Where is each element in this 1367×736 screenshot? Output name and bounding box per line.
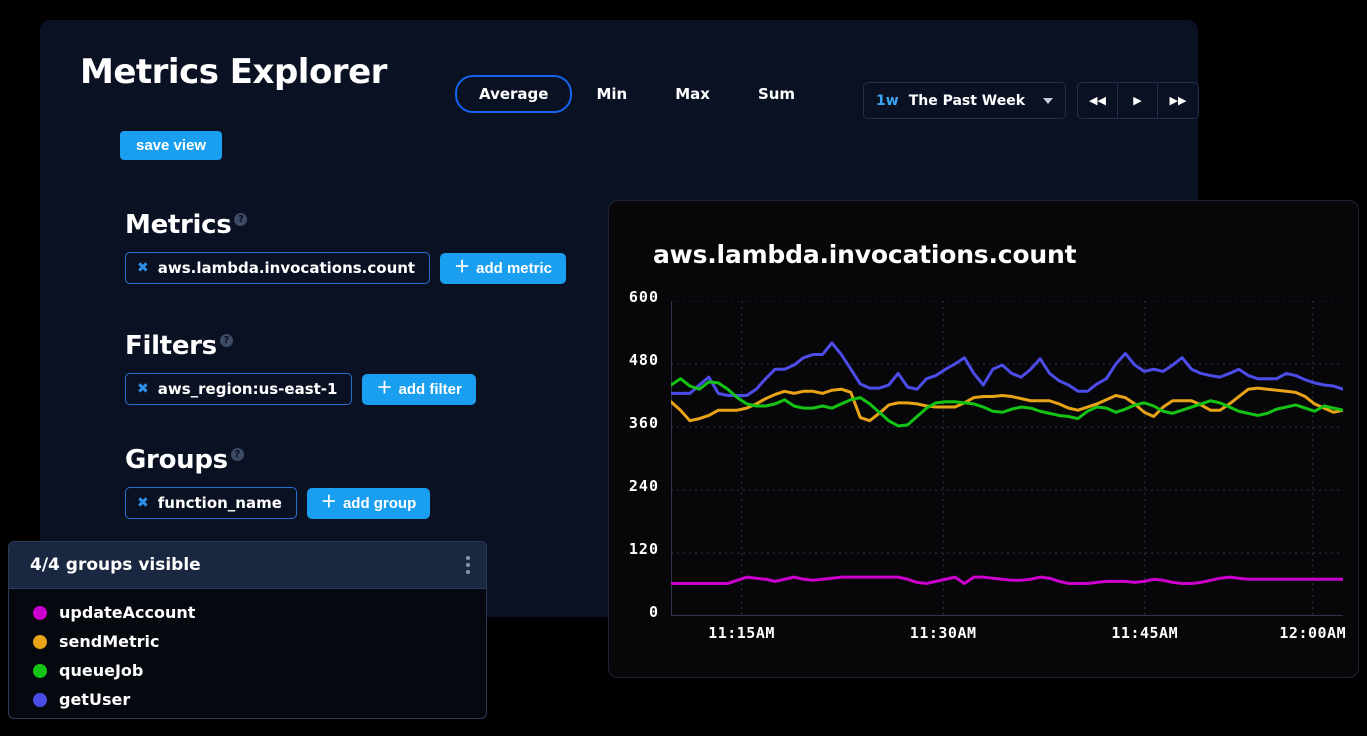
question-mark-icon[interactable]: ?	[234, 213, 247, 226]
legend-header-title: 4/4 groups visible	[30, 555, 201, 575]
legend-list: updateAccount sendMetric queueJob getUser	[9, 589, 486, 714]
time-range-code: 1w	[876, 93, 899, 109]
screen-root: Metrics Explorer Average Min Max Sum 1w …	[0, 0, 1367, 736]
groups-section: Groups ? ✖ function_name ＋ add group	[125, 445, 430, 519]
add-filter-label: add filter	[398, 381, 461, 398]
time-nav-buttons: ◀◀ ▶ ▶▶	[1077, 82, 1199, 119]
legend-item-sendmetric[interactable]: sendMetric	[33, 627, 486, 656]
legend-card: 4/4 groups visible updateAccount sendMetr…	[8, 541, 487, 719]
time-range-selector[interactable]: 1w The Past Week	[863, 82, 1066, 119]
metric-chip-label: aws.lambda.invocations.count	[158, 259, 415, 277]
filters-chip-row: ✖ aws_region:us-east-1 ＋ add filter	[125, 373, 476, 405]
page-title-row: Metrics Explorer	[80, 52, 387, 92]
skip-back-icon[interactable]: ◀◀	[1078, 83, 1118, 118]
close-icon[interactable]: ✖	[137, 261, 149, 275]
legend-color-dot	[33, 635, 47, 649]
y-tick-label: 0	[649, 603, 659, 621]
metric-chip[interactable]: ✖ aws.lambda.invocations.count	[125, 252, 430, 284]
chart-panel: aws.lambda.invocations.count 0 120 240 360 4…	[608, 200, 1359, 678]
y-tick-label: 240	[629, 477, 659, 495]
save-view-button[interactable]: save view	[120, 131, 222, 160]
y-tick-label: 120	[629, 540, 659, 558]
series-line-queuejob	[671, 379, 1343, 426]
legend-color-dot	[33, 664, 47, 678]
kebab-menu-icon[interactable]	[466, 556, 470, 574]
add-metric-button[interactable]: ＋ add metric	[440, 253, 566, 284]
groups-chip-row: ✖ function_name ＋ add group	[125, 487, 430, 519]
series-line-getuser	[671, 343, 1343, 396]
groups-section-head: Groups ?	[125, 445, 430, 475]
filters-section: Filters ? ✖ aws_region:us-east-1 ＋ add f…	[125, 331, 476, 405]
plot-area[interactable]	[671, 301, 1343, 616]
metrics-section-head: Metrics ?	[125, 210, 566, 240]
metrics-section-title: Metrics	[125, 210, 231, 240]
filters-section-head: Filters ?	[125, 331, 476, 361]
legend-item-label: queueJob	[59, 661, 143, 680]
legend-header: 4/4 groups visible	[9, 542, 486, 589]
x-tick-label: 11:15AM	[708, 624, 775, 642]
metrics-chip-row: ✖ aws.lambda.invocations.count ＋ add met…	[125, 252, 566, 284]
legend-item-label: getUser	[59, 690, 130, 709]
question-mark-icon[interactable]: ?	[220, 334, 233, 347]
legend-item-queuejob[interactable]: queueJob	[33, 656, 486, 685]
close-icon[interactable]: ✖	[137, 496, 149, 510]
x-tick-label: 11:45AM	[1111, 624, 1178, 642]
close-icon[interactable]: ✖	[137, 382, 149, 396]
y-axis-labels: 0120240360480600	[609, 297, 659, 612]
add-metric-label: add metric	[476, 260, 552, 277]
legend-item-updateaccount[interactable]: updateAccount	[33, 598, 486, 627]
series-line-updateaccount	[671, 577, 1343, 583]
filters-section-title: Filters	[125, 331, 217, 361]
legend-color-dot	[33, 693, 47, 707]
legend-item-label: updateAccount	[59, 603, 195, 622]
play-icon[interactable]: ▶	[1118, 83, 1158, 118]
y-tick-label: 480	[629, 351, 659, 369]
aggregation-tabs: Average Min Max Sum	[455, 75, 819, 113]
metrics-section: Metrics ? ✖ aws.lambda.invocations.count…	[125, 210, 566, 284]
tab-sum[interactable]: Sum	[734, 75, 819, 113]
plus-icon: ＋	[376, 381, 392, 397]
plus-icon: ＋	[321, 495, 337, 511]
legend-item-getuser[interactable]: getUser	[33, 685, 486, 714]
y-tick-label: 360	[629, 414, 659, 432]
skip-forward-icon[interactable]: ▶▶	[1158, 83, 1198, 118]
legend-color-dot	[33, 606, 47, 620]
legend-item-label: sendMetric	[59, 632, 160, 651]
groups-section-title: Groups	[125, 445, 228, 475]
x-tick-label: 11:30AM	[910, 624, 977, 642]
group-chip[interactable]: ✖ function_name	[125, 487, 297, 519]
chevron-down-icon	[1043, 98, 1053, 104]
x-tick-label: 12:00AM	[1279, 624, 1346, 642]
question-mark-icon[interactable]: ?	[231, 448, 244, 461]
time-range-label: The Past Week	[909, 93, 1033, 109]
filter-chip-label: aws_region:us-east-1	[158, 380, 338, 398]
add-filter-button[interactable]: ＋ add filter	[362, 374, 475, 405]
group-chip-label: function_name	[158, 494, 282, 512]
page-title: Metrics Explorer	[80, 52, 387, 92]
tab-max[interactable]: Max	[651, 75, 734, 113]
plus-icon: ＋	[454, 260, 470, 276]
chart-svg	[671, 301, 1343, 616]
filter-chip[interactable]: ✖ aws_region:us-east-1	[125, 373, 352, 405]
add-group-label: add group	[343, 495, 416, 512]
tab-min[interactable]: Min	[572, 75, 651, 113]
y-tick-label: 600	[629, 288, 659, 306]
chart-title: aws.lambda.invocations.count	[653, 240, 1076, 269]
tab-average[interactable]: Average	[455, 75, 572, 113]
x-axis-labels: 11:15AM 11:30AM 11:45AM 12:00AM	[671, 624, 1343, 646]
add-group-button[interactable]: ＋ add group	[307, 488, 430, 519]
